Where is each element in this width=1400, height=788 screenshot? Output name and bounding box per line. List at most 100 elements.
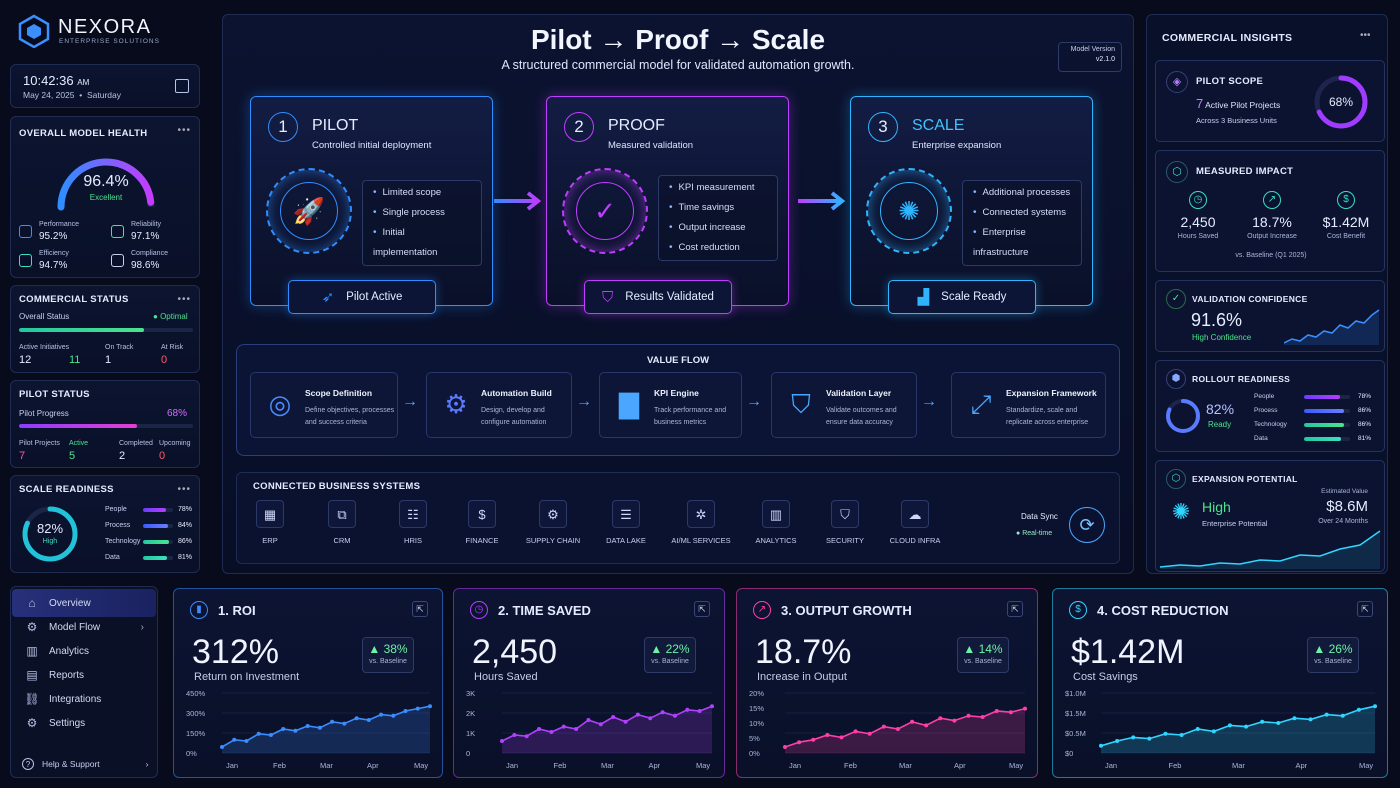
system-ai-ml-services[interactable]: ✲ AI/ML SERVICES [666,500,736,545]
system-crm[interactable]: ⧉ CRM [307,500,377,545]
expansion-icon: ⬡ [1166,469,1186,489]
kpi-point [994,709,999,713]
kpi-action-icon[interactable]: ⇱ [1007,601,1023,617]
kpi-ytick: 20% [749,689,765,698]
stage-feature: • Output increase [669,222,746,233]
expansion-sparkline [1160,530,1381,569]
arrow-right-icon: → [746,393,762,410]
arrow-right-icon: → [576,393,592,410]
kpi-xtick: May [696,761,711,770]
stage-name: PROOF [608,117,665,134]
pilot-scope-value: 68% [1328,95,1354,109]
sidebar-item-reports[interactable]: ▤ Reports [12,664,156,686]
kpi-delta: ▲ 26% [1313,642,1353,656]
security-icon: ⛉ [831,500,859,528]
dollar-icon: $ [1069,601,1087,619]
impact-value: $1.42M [1322,214,1370,230]
kpi-xtick: Feb [844,761,857,770]
kpi-action-icon[interactable]: ⇱ [412,601,428,617]
kpi-card-1[interactable]: ▮ 1. ROI ⇱ 312% Return on Investment ▲ 38% vs.… [173,588,443,778]
kpi-point [980,715,985,719]
kpi-value: 18.7% [755,633,852,671]
kpi-ytick: 0% [749,749,760,758]
kpi-card-2[interactable]: ◷ 2. TIME SAVED ⇱ 2,450 Hours Saved ▲ 22% vs. … [453,588,725,778]
finance-icon: $ [468,500,496,528]
chevron-right-icon: › [140,621,144,633]
kpi-point [256,731,261,736]
value-flow-step[interactable]: ⤢ Expansion Framework Standardize, scale a… [951,372,1106,438]
system-security[interactable]: ⛉ SECURITY [810,500,880,545]
system-hris[interactable]: ☷ HRIS [378,500,448,545]
shield-icon: ⛉ [602,288,614,306]
kpi-point [586,718,591,722]
system-label: ERP [262,536,278,545]
bullet-icon: • [669,242,673,253]
data-sync-status: ● Real-time [1016,530,1053,537]
kpi-point [524,734,529,739]
gear-icon: ⚙ [26,716,38,730]
kpi-xtick: Feb [1168,761,1182,770]
kpi-point [839,735,844,740]
kpi-point [1008,710,1013,715]
bullet-icon: • [373,187,377,198]
value-flow-step-desc: Design, develop and configure automation [481,407,547,426]
value-flow-step[interactable]: ⛉ Validation Layer Validate outcomes and en… [771,372,917,438]
reports-icon: ▤ [26,668,38,682]
kpi-point [710,704,714,709]
kpi-card-3[interactable]: ↗ 3. OUTPUT GROWTH ⇱ 18.7% Increase in Outpu… [736,588,1038,778]
stage-badge-proof[interactable]: ⛉ Results Validated [584,280,732,314]
chart-up-icon: ▟ [917,289,930,306]
system-data-lake[interactable]: ☰ DATA LAKE [591,500,661,545]
bar-chart-icon: ▇ [619,389,639,419]
value-flow-step[interactable]: ⚙ Automation Build Design, develop and conf… [426,372,572,438]
database-icon: ☰ [612,500,640,528]
analytics-icon: ▥ [26,644,38,658]
kpi-baseline: vs. Baseline [1314,658,1352,665]
kpi-point [1115,739,1120,743]
kpi-point [366,718,371,722]
stage-feature: • Single process [373,207,445,218]
value-flow-step[interactable]: ▇ KPI Engine Track performance and business… [599,372,742,438]
kpi-card-4[interactable]: $4. COST REDUCTION ⇱ $1.42M Cost Savings ▲ 2… [1052,588,1388,778]
supply-chain-icon: ⚙ [539,500,567,528]
kpi-point [1195,727,1200,731]
system-cloud-infra[interactable]: ☁ CLOUD INFRA [880,500,950,545]
kpi-point [1163,731,1168,736]
rollout-item-label: Technology [1254,421,1287,428]
kpi-point [403,709,408,713]
system-analytics[interactable]: ▥ ANALYTICS [741,500,811,545]
system-finance[interactable]: $ FINANCE [447,500,517,545]
sync-icon[interactable]: ⟳ [1069,507,1105,543]
stage-badge-scale[interactable]: ▟ Scale Ready [888,280,1036,314]
kpi-point [379,712,384,717]
stage-feature: • Limited scope [373,187,442,198]
estimated-period: Over 24 Months [1318,518,1368,525]
system-label: SUPPLY CHAIN [525,536,581,545]
system-erp[interactable]: ▦ ERP [235,500,305,545]
sidebar-item-overview[interactable]: ⌂ Overview [12,592,156,614]
more-icon[interactable]: ••• [1360,30,1371,41]
system-supply-chain[interactable]: ⚙ SUPPLY CHAIN [518,500,588,545]
kpi-point [797,740,802,745]
sidebar-item-model-flow[interactable]: ⚙ Model Flow › [12,616,156,638]
pilot-scope-card: ◈ PILOT SCOPE 7 Active Pilot Projects Ac… [1155,60,1385,142]
kpi-point [354,716,359,721]
kpi-action-icon[interactable]: ⇱ [1357,601,1373,617]
rollout-item-label: People [1254,393,1275,400]
value-flow-step[interactable]: ◎ Scope Definition Define objectives, proc… [250,372,398,438]
sidebar-item-label: Model Flow [49,621,101,633]
systems-title: CONNECTED BUSINESS SYSTEMS [253,481,421,492]
kpi-action-icon[interactable]: ⇱ [694,601,710,617]
sidebar-item-analytics[interactable]: ▥ Analytics [12,640,156,662]
stage-badge-pilot[interactable]: ➶ Pilot Active [288,280,436,314]
kpi-point [1211,729,1216,734]
bullet-icon: • [373,227,377,238]
arrow-pilot-to-proof [494,191,542,211]
sidebar-item-integrations[interactable]: ⛓ Integrations [12,688,156,710]
stage-feature: • Time savings [669,202,735,213]
kpi-ytick: 3K [466,689,476,698]
sidebar-item-settings[interactable]: ⚙ Settings [12,712,156,734]
data-sync-label: Data Sync [1021,512,1058,521]
system-label: AI/ML SERVICES [671,536,731,545]
analytics-icon: ▥ [762,500,790,528]
